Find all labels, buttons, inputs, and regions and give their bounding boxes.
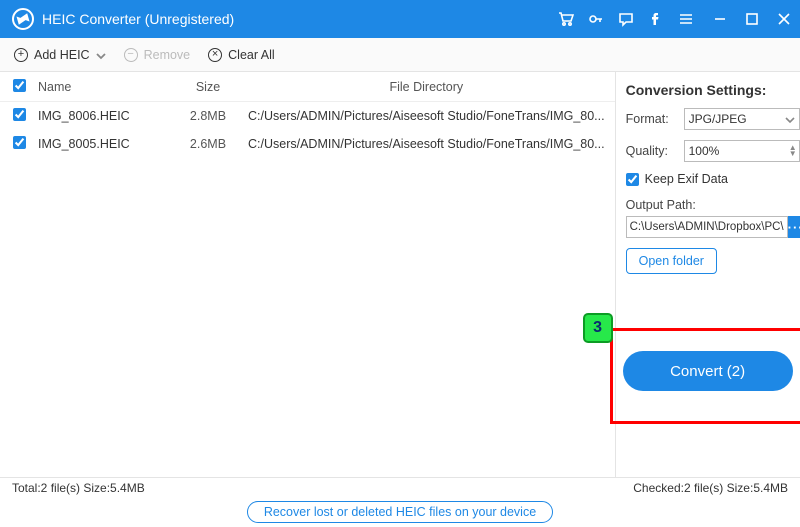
file-list-pane: Name Size File Directory IMG_8006.HEIC 2… (0, 72, 616, 477)
quality-row: Quality: 100% ▲▼ (626, 140, 800, 162)
toolbar: + Add HEIC − Remove × Clear All (0, 38, 800, 72)
key-icon[interactable] (588, 11, 604, 27)
convert-button[interactable]: Convert (2) (623, 351, 793, 391)
col-dir: File Directory (248, 80, 615, 94)
plus-icon: + (14, 48, 28, 62)
status-total: Total:2 file(s) Size:5.4MB (12, 481, 145, 495)
file-size: 2.6MB (168, 137, 248, 151)
menu-icon[interactable] (678, 11, 694, 27)
keep-exif-label: Keep Exif Data (645, 172, 728, 186)
chevron-down-icon (785, 114, 795, 124)
add-heic-button[interactable]: + Add HEIC (14, 48, 106, 62)
spinner-arrows-icon: ▲▼ (789, 145, 797, 157)
feedback-icon[interactable] (618, 11, 634, 27)
file-dir: C:/Users/ADMIN/Pictures/Aiseesoft Studio… (248, 109, 615, 123)
remove-label: Remove (144, 48, 191, 62)
output-path-label: Output Path: (626, 198, 800, 212)
status-bar: Total:2 file(s) Size:5.4MB Checked:2 fil… (0, 477, 800, 497)
add-heic-label: Add HEIC (34, 48, 90, 62)
format-value: JPG/JPEG (689, 112, 747, 126)
output-path-row: ··· (626, 216, 800, 238)
format-select[interactable]: JPG/JPEG (684, 108, 800, 130)
format-row: Format: JPG/JPEG (626, 108, 800, 130)
recover-link[interactable]: Recover lost or deleted HEIC files on yo… (247, 501, 553, 523)
close-button[interactable] (776, 11, 792, 27)
minus-icon: − (124, 48, 138, 62)
row-checkbox[interactable] (13, 108, 26, 121)
row-checkbox[interactable] (13, 136, 26, 149)
browse-button[interactable]: ··· (788, 216, 800, 238)
convert-highlight-box: 3 Convert (2) (610, 328, 800, 424)
facebook-icon[interactable] (648, 11, 664, 27)
keep-exif-checkbox[interactable] (626, 173, 639, 186)
file-size: 2.8MB (168, 109, 248, 123)
main-area: Name Size File Directory IMG_8006.HEIC 2… (0, 72, 800, 477)
settings-panel: Conversion Settings: Format: JPG/JPEG Qu… (616, 72, 800, 477)
format-label: Format: (626, 112, 680, 126)
file-name: IMG_8006.HEIC (38, 109, 168, 123)
window-controls (712, 11, 792, 27)
annotation-step-badge: 3 (583, 313, 613, 343)
table-row[interactable]: IMG_8006.HEIC 2.8MB C:/Users/ADMIN/Pictu… (0, 102, 615, 130)
titlebar: HEIC Converter (Unregistered) (0, 0, 800, 38)
footer: Recover lost or deleted HEIC files on yo… (0, 497, 800, 527)
open-folder-button[interactable]: Open folder (626, 248, 717, 274)
minimize-button[interactable] (712, 11, 728, 27)
column-headers: Name Size File Directory (0, 72, 615, 102)
maximize-button[interactable] (744, 11, 760, 27)
quality-label: Quality: (626, 144, 680, 158)
titlebar-actions (558, 11, 694, 27)
table-row[interactable]: IMG_8005.HEIC 2.6MB C:/Users/ADMIN/Pictu… (0, 130, 615, 158)
window-title: HEIC Converter (Unregistered) (42, 11, 558, 27)
clear-icon: × (208, 48, 222, 62)
remove-button: − Remove (124, 48, 191, 62)
status-checked: Checked:2 file(s) Size:5.4MB (633, 481, 788, 495)
col-name: Name (38, 80, 168, 94)
clear-all-button[interactable]: × Clear All (208, 48, 275, 62)
output-path-field[interactable] (626, 216, 788, 238)
quality-stepper[interactable]: 100% ▲▼ (684, 140, 800, 162)
col-size: Size (168, 80, 248, 94)
quality-value: 100% (689, 144, 720, 158)
file-name: IMG_8005.HEIC (38, 137, 168, 151)
keep-exif-row: Keep Exif Data (626, 172, 800, 186)
file-dir: C:/Users/ADMIN/Pictures/Aiseesoft Studio… (248, 137, 615, 151)
chevron-down-icon (96, 50, 106, 60)
cart-icon[interactable] (558, 11, 574, 27)
select-all-checkbox[interactable] (13, 79, 26, 92)
clear-all-label: Clear All (228, 48, 275, 62)
settings-title: Conversion Settings: (626, 82, 800, 98)
app-logo-icon (12, 8, 34, 30)
